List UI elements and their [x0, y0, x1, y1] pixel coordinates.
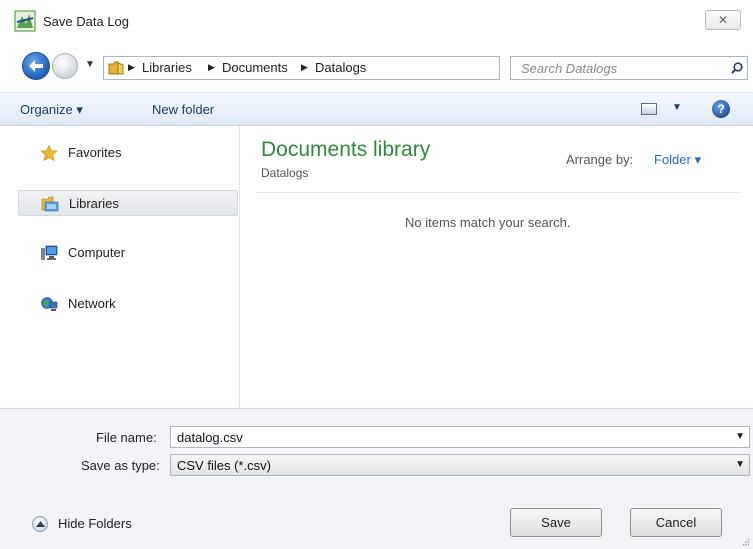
sidebar-item-network[interactable]: Network: [18, 291, 238, 317]
computer-icon: [41, 245, 58, 260]
address-row: ▼ ▶ Libraries ▶ Documents ▶ Datalogs ▼ ↻…: [0, 44, 753, 92]
save-button[interactable]: Save: [510, 508, 602, 537]
search-input[interactable]: Search Datalogs: [510, 56, 748, 80]
back-button[interactable]: [22, 52, 50, 80]
empty-results-message: No items match your search.: [405, 215, 571, 230]
title-bar: Save Data Log ✕: [0, 0, 753, 44]
network-icon: [41, 297, 58, 311]
change-view-icon[interactable]: [641, 103, 657, 115]
breadcrumb-libraries[interactable]: Libraries: [142, 60, 192, 75]
history-dropdown-icon[interactable]: ▼: [85, 59, 95, 70]
back-arrow-icon: [29, 60, 43, 72]
breadcrumb-separator-icon[interactable]: ▶: [208, 62, 215, 73]
search-icon[interactable]: [731, 62, 743, 74]
sidebar-item-computer[interactable]: Computer: [18, 240, 238, 266]
file-list-area[interactable]: Documents library Datalogs Arrange by: F…: [241, 126, 753, 408]
window-title: Save Data Log: [43, 14, 130, 29]
breadcrumb-documents[interactable]: Documents: [222, 60, 288, 75]
cancel-button[interactable]: Cancel: [630, 508, 722, 537]
save-type-label: Save as type:: [81, 458, 160, 473]
command-toolbar: Organize ▾ New folder ▼ ?: [0, 92, 753, 126]
save-options-panel: File name: datalog.csv ▼ Save as type: C…: [0, 408, 753, 549]
app-icon: [14, 10, 36, 32]
arrange-by-label: Arrange by:: [566, 152, 634, 167]
sidebar-item-libraries[interactable]: Libraries: [18, 190, 238, 216]
resize-grip-icon[interactable]: [742, 538, 750, 546]
sidebar-item-favorites[interactable]: Favorites: [18, 140, 238, 166]
navigation-pane: Favorites Libraries Computer Network: [0, 126, 240, 408]
save-type-dropdown-icon[interactable]: ▼: [735, 459, 745, 470]
hide-folders-label: Hide Folders: [58, 516, 132, 531]
library-subtitle: Datalogs: [261, 166, 309, 180]
organize-menu-button[interactable]: Organize ▾: [20, 102, 83, 118]
forward-button[interactable]: [52, 53, 78, 79]
content-divider: [256, 192, 741, 193]
sidebar-item-label: Libraries: [69, 196, 119, 211]
address-bar[interactable]: ▶ Libraries ▶ Documents ▶ Datalogs ▼ ↻: [103, 56, 595, 80]
file-name-label: File name:: [96, 430, 157, 445]
breadcrumb-separator-icon[interactable]: ▶: [128, 62, 135, 73]
save-type-select[interactable]: CSV files (*.csv) ▼: [170, 454, 750, 476]
search-placeholder: Search Datalogs: [521, 61, 618, 76]
save-dialog: Save Data Log ✕ ▼ ▶ Libraries ▶ Document…: [0, 0, 753, 549]
new-folder-button[interactable]: New folder: [152, 102, 214, 117]
sidebar-item-label: Network: [68, 296, 116, 311]
sidebar-item-label: Favorites: [68, 145, 122, 160]
library-title: Documents library: [261, 138, 431, 161]
file-name-value: datalog.csv: [177, 430, 243, 445]
help-icon[interactable]: ?: [712, 100, 730, 118]
breadcrumb-datalogs[interactable]: Datalogs: [315, 60, 366, 75]
file-name-field[interactable]: datalog.csv ▼: [170, 426, 750, 448]
star-icon: [40, 145, 58, 161]
sidebar-item-label: Computer: [68, 245, 126, 260]
folder-icon: [108, 61, 124, 75]
arrange-by-dropdown[interactable]: Folder ▾: [654, 152, 701, 168]
save-type-value: CSV files (*.csv): [177, 458, 271, 473]
close-button[interactable]: ✕: [705, 10, 741, 30]
file-name-dropdown-icon[interactable]: ▼: [735, 431, 745, 442]
close-icon: ✕: [717, 13, 729, 27]
breadcrumb-separator-icon[interactable]: ▶: [301, 62, 308, 73]
libraries-icon: [41, 196, 59, 212]
chevron-up-icon: [32, 516, 48, 532]
view-options-dropdown-icon[interactable]: ▼: [672, 102, 682, 113]
